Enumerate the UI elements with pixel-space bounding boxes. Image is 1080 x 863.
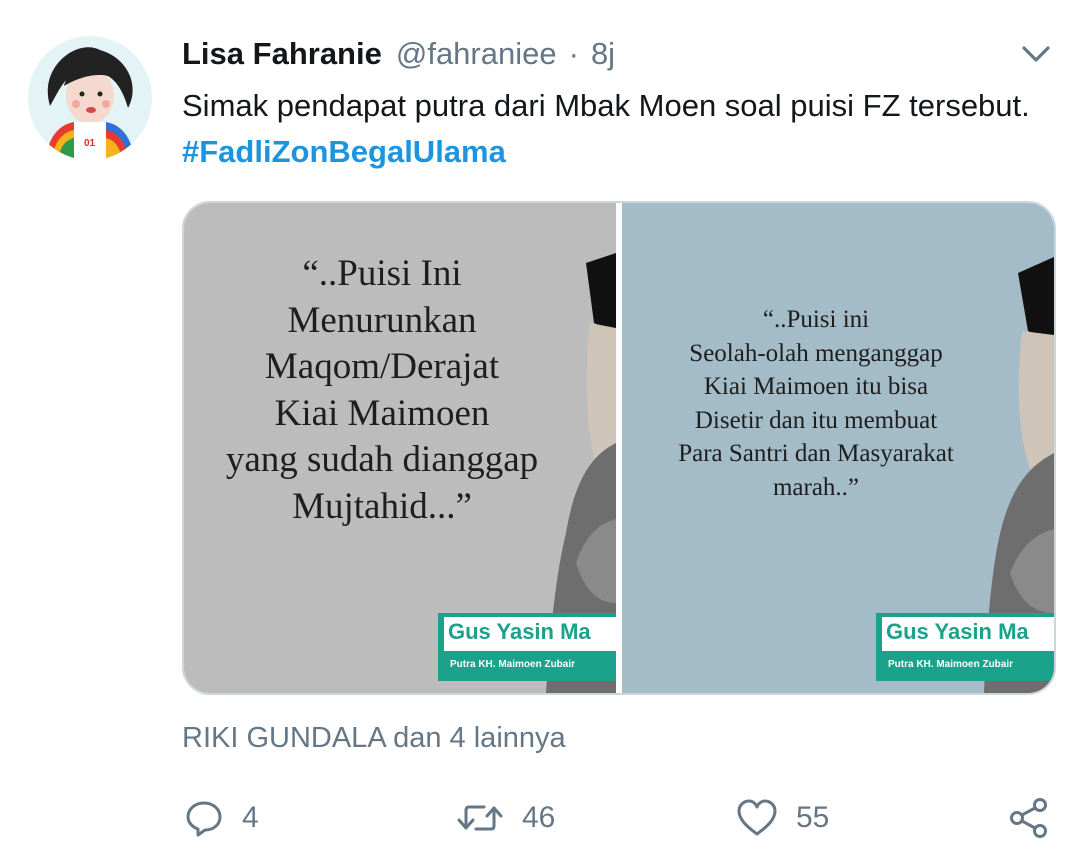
display-name[interactable]: Lisa Fahranie (182, 36, 382, 72)
heart-outline-icon (736, 798, 778, 838)
caption-name: Gus Yasin Ma (448, 619, 591, 644)
media-photo-1[interactable]: “..Puisi Ini Menurunkan Maqom/Derajat Ki… (184, 203, 616, 693)
caption-name: Gus Yasin Ma (886, 619, 1029, 644)
share-nodes-icon (1008, 797, 1050, 839)
timestamp[interactable]: 8j (591, 36, 615, 72)
avatar-illustration: 01 (28, 36, 152, 160)
tweet-text: Simak pendapat putra dari Mbak Moen soal… (182, 83, 1042, 175)
retweet-button[interactable]: 46 (456, 790, 555, 846)
user-handle[interactable]: @fahraniee (396, 36, 557, 72)
retweet-arrows-icon (456, 798, 504, 838)
tweet-body: Simak pendapat putra dari Mbak Moen soal… (182, 88, 1030, 123)
photo-caption: Gus Yasin Ma Putra KH. Maimoen Zubair (876, 613, 1054, 681)
caption-subtitle: Putra KH. Maimoen Zubair (888, 659, 1014, 670)
chevron-down-icon[interactable] (1018, 40, 1054, 68)
reply-button[interactable]: 4 (184, 790, 259, 846)
caption-bar: Putra KH. Maimoen Zubair (882, 651, 1054, 681)
action-bar: 4 46 55 (182, 790, 1052, 846)
caption-subtitle: Putra KH. Maimoen Zubair (450, 659, 576, 670)
svg-text:01: 01 (84, 138, 96, 149)
retweet-count: 46 (522, 801, 556, 834)
separator-dot: · (568, 36, 579, 71)
liked-by-text[interactable]: RIKI GUNDALA dan 4 lainnya (182, 722, 566, 755)
hashtag-link[interactable]: #FadliZonBegalUlama (182, 134, 506, 169)
tweet-header: Lisa Fahranie @fahraniee · 8j (182, 30, 615, 78)
share-button[interactable] (1008, 790, 1050, 846)
like-button[interactable]: 55 (736, 790, 829, 846)
photo-quote: “..Puisi Ini Menurunkan Maqom/Derajat Ki… (225, 253, 539, 527)
like-count: 55 (796, 801, 830, 834)
tweet-card: 01 Lisa Fahranie @fahraniee · 8j Simak p… (0, 0, 1080, 863)
speech-bubble-icon (184, 798, 224, 838)
avatar[interactable]: 01 (28, 36, 152, 160)
reply-count: 4 (242, 801, 259, 834)
media-grid: “..Puisi Ini Menurunkan Maqom/Derajat Ki… (182, 201, 1056, 695)
caption-bar: Putra KH. Maimoen Zubair (444, 651, 616, 681)
photo-caption: Gus Yasin Ma Putra KH. Maimoen Zubair (438, 613, 616, 681)
photo-quote: “..Puisi ini Seolah-olah menganggap Kiai… (678, 306, 954, 501)
media-photo-2[interactable]: “..Puisi ini Seolah-olah menganggap Kiai… (622, 203, 1054, 693)
